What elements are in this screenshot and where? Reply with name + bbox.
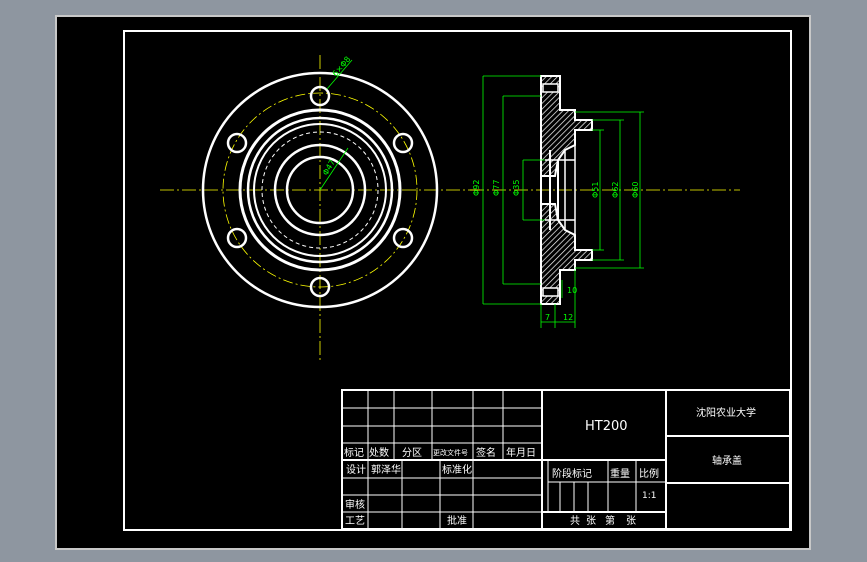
school-name: 沈阳农业大学 [696, 406, 756, 419]
title-block-text: HT200 沈阳农业大学 轴承盖 标记 处数 分区 更改文件号 签名 年月日 设… [344, 406, 756, 527]
part-name: 轴承盖 [712, 454, 742, 467]
bolt-hole-5 [392, 227, 414, 249]
dim-mid: Φ77 [492, 180, 501, 196]
bolt-hole-2 [226, 132, 248, 154]
weight-label: 重量 [610, 467, 630, 480]
material-label: HT200 [585, 419, 628, 434]
approve-label: 批准 [447, 514, 467, 527]
scale-label: 比例 [639, 467, 659, 480]
front-view: 6×Φ8 Φ47 [160, 55, 480, 360]
sheet-total: 共 [570, 515, 580, 527]
rev-h-3: 分区 [402, 447, 422, 459]
dim-inner: Φ35 [512, 180, 521, 196]
sheet-unit: 张 [586, 515, 596, 527]
rev-h-2: 处数 [369, 446, 389, 459]
dim-hub1: Φ51 [591, 182, 600, 198]
scale-value: 1:1 [642, 491, 656, 501]
notch-upper [542, 83, 559, 93]
sheet-unit2: 张 [626, 515, 636, 527]
dim-small: 10 [567, 286, 577, 295]
dim-outer: Φ92 [472, 180, 481, 196]
rev-h-4: 更改文件号 [433, 448, 468, 457]
dim-w1: 7 [545, 313, 550, 322]
process-label: 工艺 [345, 515, 365, 527]
dim-hub3: Φ60 [631, 182, 640, 198]
dim-w2: 12 [563, 313, 573, 322]
design-label: 设计 [346, 463, 366, 476]
rev-h-5: 签名 [476, 446, 496, 459]
bolt-hole-4 [226, 227, 248, 249]
standardize-label: 标准化 [442, 463, 472, 476]
cad-drawing: 6×Φ8 Φ47 Φ92 Φ77 Φ35 Φ51 Φ62 Φ60 10 7 12… [123, 30, 792, 531]
stage-mark-label: 阶段标记 [552, 467, 592, 480]
dim-hub2: Φ62 [611, 182, 620, 198]
notch-lower [542, 287, 559, 297]
bolt-hole-3 [392, 132, 414, 154]
designer-name: 郭泽华 [371, 463, 401, 476]
sheet-no: 第 [605, 514, 615, 527]
review-label: 审核 [345, 498, 365, 511]
rev-h-1: 标记 [344, 447, 364, 459]
section-view: Φ92 Φ77 Φ35 Φ51 Φ62 Φ60 10 7 12 [470, 75, 740, 328]
rev-h-6: 年月日 [506, 446, 536, 459]
